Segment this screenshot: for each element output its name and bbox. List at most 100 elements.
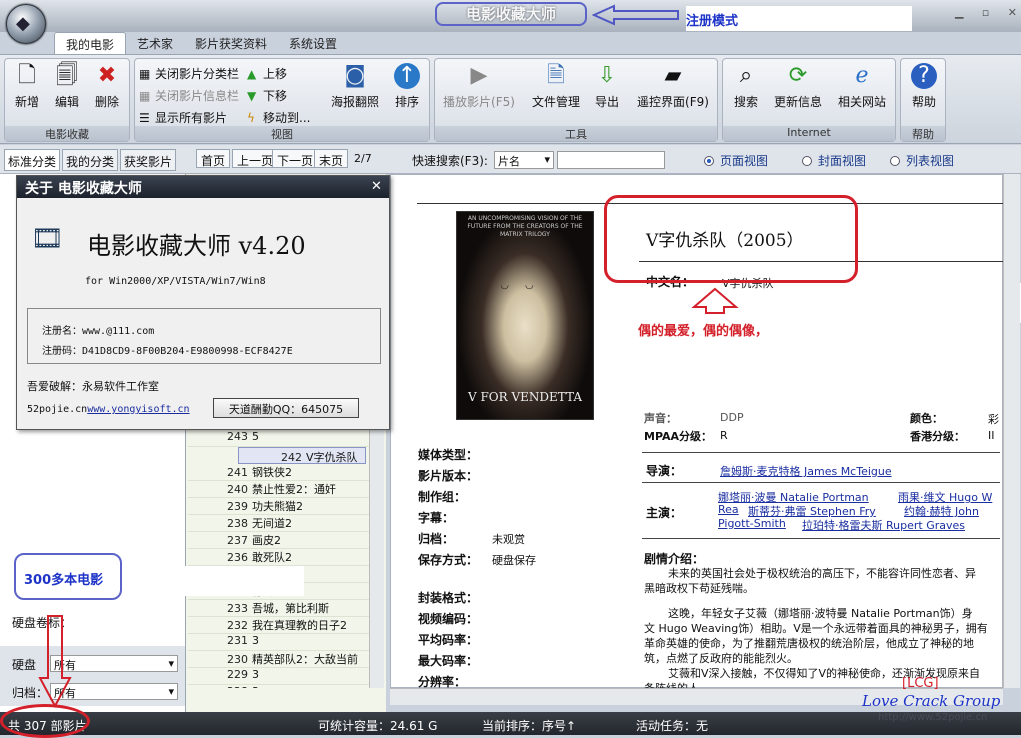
minimize-icon[interactable]: ▁ (955, 6, 963, 22)
move-up-button[interactable]: ▲ 上移 (247, 65, 287, 82)
delete-button[interactable]: ✖ 删除 (91, 63, 123, 110)
active-tasks: 活动任务：无 (636, 719, 709, 733)
tab-my-category[interactable]: 我的分类 (62, 149, 119, 171)
tab-awards[interactable]: 影片获奖资料 (184, 32, 278, 54)
close-icon[interactable]: ✕ (371, 179, 382, 194)
cover-view-radio[interactable]: 封面视图 (802, 152, 866, 169)
related-sites-button[interactable]: ℯ 相关网站 (835, 63, 889, 110)
divider (642, 452, 1000, 453)
tab-standard-category[interactable]: 标准分类 (4, 149, 61, 171)
group-label: Internet (723, 126, 895, 141)
watermark-lcg: [LCG] (902, 676, 939, 691)
table-row[interactable]: 240 禁止性爱2：通奸 (188, 481, 370, 498)
maximize-icon[interactable]: ▫ (982, 6, 989, 22)
page-view-radio[interactable]: 页面视图 (704, 152, 768, 169)
help-button[interactable]: ? 帮助 (907, 63, 941, 110)
register-mode-note: 注册模式 (686, 6, 912, 31)
table-row[interactable]: 238 无间道2 (188, 515, 370, 532)
cast-link[interactable]: Rea (718, 503, 739, 516)
row-number: 236 (227, 551, 248, 564)
tab-settings[interactable]: 系统设置 (278, 32, 348, 54)
sort-button[interactable]: ↑ 排序 (389, 63, 425, 110)
row-number: 230 (227, 653, 248, 666)
plot-line: 未来的英国社会处于极权统治的高压下，不能容许同性恋者、异 (668, 567, 976, 580)
annotation-count-note: 300多本电影 (14, 553, 122, 600)
new-button[interactable]: 🗋 新增 (11, 63, 43, 110)
edit-button[interactable]: 🗐 编辑 (51, 63, 83, 110)
close-icon[interactable]: ✕ (1008, 6, 1017, 22)
row-title: 钢铁侠2 (252, 466, 292, 479)
cast-link[interactable]: Pigott-Smith (718, 517, 786, 530)
hk-rating-value: II (988, 429, 995, 442)
hk-rating-label: 香港分级： (910, 430, 965, 443)
tab-my-movies[interactable]: 我的电影 (54, 32, 127, 54)
close-category-button[interactable]: ▦ 关闭影片分类栏 (139, 65, 239, 82)
detail-vertical-scrollbar[interactable] (1003, 174, 1020, 688)
arrow-down-icon: ▼ (247, 89, 257, 103)
show-all-button[interactable]: ☰ 显示所有影片 (139, 109, 227, 126)
qq-button[interactable]: 天道酬勤QQ：645075 (213, 398, 359, 418)
tab-award-movies[interactable]: 获奖影片 (120, 149, 177, 171)
website-link[interactable]: www.yongyisoft.cn (87, 404, 189, 415)
table-row[interactable]: 236 敢死队2 (188, 549, 370, 566)
remote-button[interactable]: ▰ 遥控界面(F9) (633, 63, 713, 110)
row-title: 5 (252, 430, 259, 443)
nav-toolbar: 标准分类 我的分类 获奖影片 首页 上一页 下一页 末页 2/7 快速搜索(F3… (0, 145, 1021, 174)
ribbon-tabs: 我的电影 艺术家 影片获奖资料 系统设置 (54, 32, 348, 54)
table-row[interactable]: 243 5 (188, 430, 370, 447)
last-page-button[interactable]: 末页 (314, 149, 349, 168)
table-row[interactable]: 2283 (188, 685, 370, 688)
sort-arrow-icon: ↑ (394, 63, 420, 89)
version-label: 影片版本： (418, 469, 479, 483)
table-row[interactable]: 230 精英部队2：大敌当前 (188, 651, 370, 668)
list-view-radio[interactable]: 列表视图 (890, 152, 954, 169)
close-info-button[interactable]: ▦ 关闭影片信息栏 (139, 87, 239, 104)
next-page-button[interactable]: 下一页 (272, 149, 319, 168)
dialog-title: 关于 电影收藏大师 (17, 176, 389, 198)
quick-search-input[interactable] (557, 151, 665, 169)
poster-tagline: AN UNCOMPROMISING VISION OF THE FUTURE F… (467, 215, 583, 238)
group-label: 工具 (435, 126, 717, 141)
poster-title: V FOR VENDETTA (467, 390, 583, 404)
disk-filter-label: 硬盘 (12, 658, 37, 672)
table-row[interactable]: 241 钢铁侠2 (188, 464, 370, 481)
group-internet: ⌕ 搜索 ⟳ 更新信息 ℯ 相关网站 Internet (722, 58, 896, 142)
search-field-select[interactable]: 片名 ▾ (494, 151, 554, 169)
table-row[interactable]: 233 吾城，第比利斯 (188, 600, 370, 617)
chevron-down-icon: ▾ (168, 657, 174, 670)
search-button[interactable]: ⌕ 搜索 (729, 63, 763, 110)
file-manager-button[interactable]: 🗎 文件管理 (529, 63, 583, 110)
table-row[interactable]: 231 3 (188, 634, 370, 651)
video-codec-label: 视频编码： (418, 612, 479, 626)
table-row[interactable]: 239 功夫熊猫2 (188, 498, 370, 515)
table-row[interactable]: 242 V字仇杀队 (238, 447, 366, 464)
table-row[interactable]: 232 我在真理教的日子2 (188, 617, 370, 634)
poster-flip-button[interactable]: ◙ 海报翻照 (329, 63, 381, 110)
chevron-down-icon: ▾ (544, 153, 550, 166)
archive-value: 未观赏 (492, 533, 525, 546)
row-title: 吾城，第比利斯 (252, 602, 329, 615)
sound-label: 声音： (644, 412, 677, 425)
tab-artists[interactable]: 艺术家 (126, 32, 184, 54)
quick-search-label: 快速搜索(F3): (412, 154, 488, 168)
cast-link[interactable]: 拉珀特·格雷夫斯 Rupert Graves (802, 517, 1000, 533)
move-down-button[interactable]: ▼ 下移 (247, 87, 287, 104)
movie-poster (456, 211, 594, 420)
list-scrollbar[interactable] (369, 430, 384, 688)
move-to-button[interactable]: ϟ 移动到... (247, 109, 310, 126)
ribbon: 🗋 新增 🗐 编辑 ✖ 删除 电影收藏 ▦ 关闭影片分类栏 ▦ 关闭影片信息栏 ☰ 显示所有… (0, 54, 1021, 144)
app-logo[interactable]: ◆ (6, 4, 46, 44)
website-line: 52pojie.cnwww.yongyisoft.cn (27, 404, 190, 415)
registration-box: 注册名：www.@111.com 注册码：D41D8CD9-8F00B204-E… (27, 308, 381, 364)
play-button[interactable]: ▶ 播放影片(F5) (441, 63, 517, 110)
page-indicator: 2/7 (354, 152, 372, 165)
plot-line: 革命英雄的使命，为了推翻荒唐极权的统治阶层，他成立了神秘的地 (644, 637, 974, 650)
table-row[interactable]: 229 3 (188, 668, 370, 685)
director-link[interactable]: 詹姆斯·麦克特格 James McTeigue (720, 463, 892, 479)
export-button[interactable]: ⇩ 导出 (591, 63, 623, 110)
row-title: 我在真理教的日子2 (252, 619, 347, 632)
first-page-button[interactable]: 首页 (196, 149, 231, 168)
table-row[interactable]: 237 画皮2 (188, 532, 370, 549)
ie-icon: ℯ (855, 63, 869, 88)
update-info-button[interactable]: ⟳ 更新信息 (771, 63, 825, 110)
